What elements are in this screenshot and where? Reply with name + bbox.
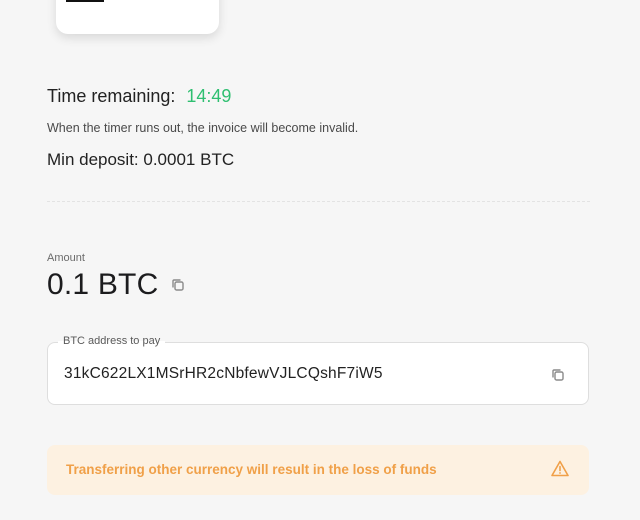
- min-deposit: Min deposit: 0.0001 BTC: [47, 150, 235, 169]
- qr-code-card: [56, 0, 219, 34]
- time-remaining-value: 14:49: [186, 86, 232, 106]
- amount-label: Amount: [47, 252, 85, 264]
- currency-warning: Transferring other currency will result …: [47, 445, 589, 495]
- time-remaining-label: Time remaining:: [47, 86, 176, 106]
- warning-triangle-icon: [551, 460, 569, 477]
- qr-code: [66, 0, 104, 2]
- divider: [47, 201, 590, 202]
- warning-text: Transferring other currency will result …: [66, 462, 437, 477]
- amount-row: 0.1 BTC: [47, 268, 186, 302]
- copy-amount-icon[interactable]: [170, 277, 186, 293]
- time-remaining: Time remaining: 14:49: [47, 86, 231, 107]
- copy-address-icon[interactable]: [550, 367, 566, 383]
- btc-address-value[interactable]: 31kC622LX1MSrHR2cNbfewVJLCQshF7iW5: [64, 365, 383, 383]
- payment-invoice-page: Time remaining: 14:49 When the timer run…: [0, 0, 640, 520]
- btc-address-field[interactable]: BTC address to pay 31kC622LX1MSrHR2cNbfe…: [47, 335, 589, 405]
- amount-value: 0.1 BTC: [47, 268, 159, 301]
- timer-note: When the timer runs out, the invoice wil…: [47, 121, 359, 135]
- btc-address-label: BTC address to pay: [58, 335, 166, 347]
